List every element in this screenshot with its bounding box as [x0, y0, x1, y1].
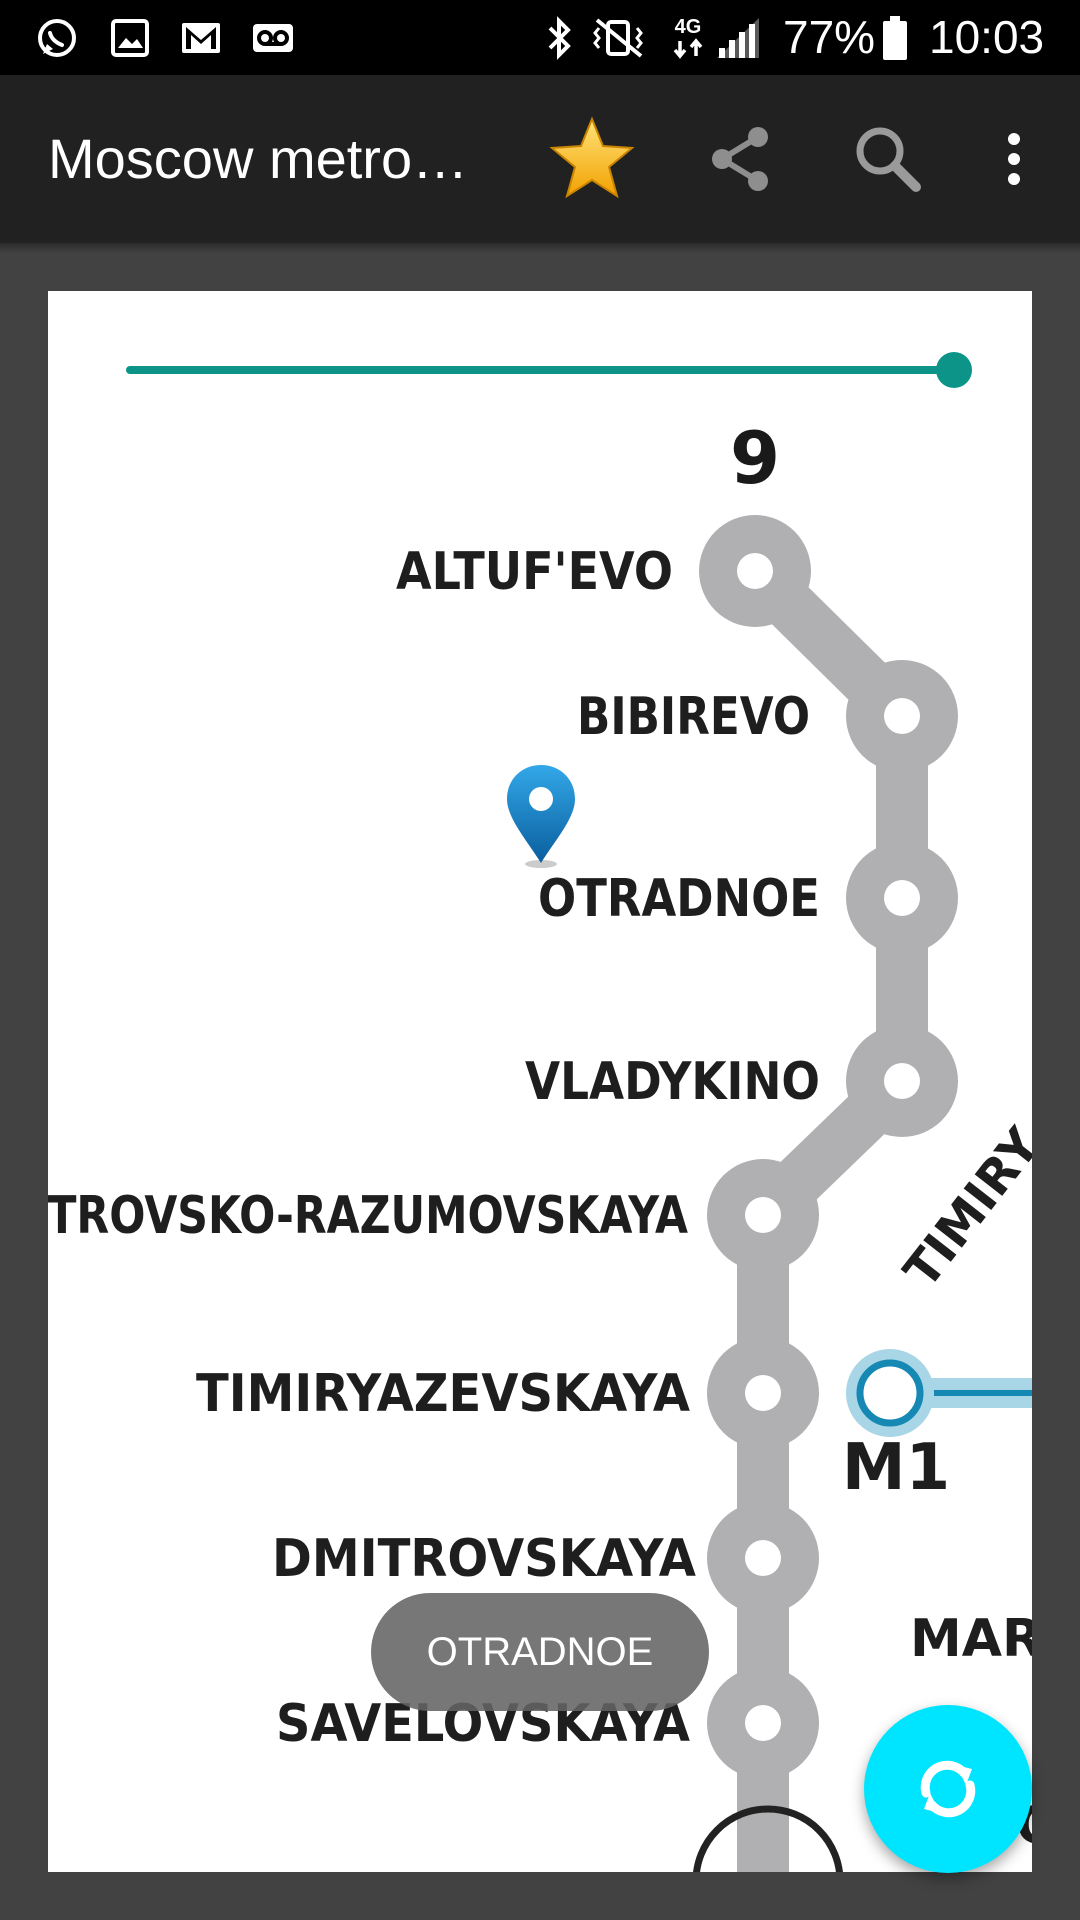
clock: 10:03	[929, 11, 1045, 63]
station-node-bibirevo[interactable]	[846, 660, 958, 772]
signal-icon	[714, 0, 762, 75]
location-pin-icon[interactable]	[507, 765, 575, 868]
station-label-vladykino[interactable]: VLADYKINO	[525, 1052, 820, 1112]
station-label-petrovsko-razumovskaya[interactable]: PETROVSKO-RAZUMOVSKAYA	[48, 1186, 688, 1246]
refresh-icon	[920, 1760, 976, 1818]
station-label-altufevo[interactable]: ALTUF'EVO	[396, 542, 673, 602]
app-bar-shadow	[0, 243, 1080, 253]
line-number: 9	[730, 416, 780, 500]
m1-station[interactable]	[856, 1359, 924, 1427]
app-bar: Moscow metro…	[0, 75, 1080, 243]
gmail-icon	[178, 0, 224, 75]
m1-label: M1	[842, 1431, 950, 1505]
station-label-timiryazevskaya-partial[interactable]: TIMIRY	[893, 1117, 1032, 1298]
station-node-savelovskaya[interactable]	[707, 1667, 819, 1779]
battery-icon	[878, 0, 912, 75]
zoom-slider-track[interactable]	[126, 366, 952, 374]
station-node-vladykino[interactable]	[846, 1025, 958, 1137]
station-label-timiryazevskaya[interactable]: TIMIRYAZEVSKAYA	[196, 1364, 690, 1424]
share-icon[interactable]	[694, 75, 786, 243]
app-title: Moscow metro…	[48, 127, 469, 190]
vibrate-icon	[588, 0, 648, 75]
refresh-fab-button[interactable]	[864, 1705, 1032, 1873]
station-label-dmitrovskaya[interactable]: DMITROVSKAYA	[272, 1529, 696, 1589]
network-4g-icon: 4G	[668, 0, 708, 75]
search-icon[interactable]	[840, 75, 936, 243]
whatsapp-icon	[34, 0, 80, 75]
station-node-altufevo[interactable]	[699, 515, 811, 627]
station-toast: OTRADNOE	[371, 1593, 709, 1711]
network-4g-text: 4G	[675, 16, 702, 38]
station-label-otradnoe[interactable]: OTRADNOE	[538, 869, 820, 929]
overflow-menu-icon[interactable]	[984, 75, 1044, 243]
favorite-star-icon[interactable]	[540, 75, 644, 243]
station-node-timiryazevskaya[interactable]	[707, 1337, 819, 1449]
station-label-mar-partial[interactable]: MAR	[910, 1609, 1032, 1669]
battery-percent: 77%	[783, 11, 876, 63]
zoom-slider-thumb[interactable]	[936, 352, 972, 388]
station-label-bibirevo[interactable]: BIBIREVO	[577, 687, 810, 747]
station-node-dmitrovskaya[interactable]	[707, 1502, 819, 1614]
gallery-icon	[107, 0, 153, 75]
station-node-otradnoe[interactable]	[846, 842, 958, 954]
bluetooth-icon	[540, 0, 580, 75]
voicemail-icon	[250, 0, 296, 75]
station-node-petrovsko-razumovskaya[interactable]	[707, 1159, 819, 1271]
status-bar: 4G 77% 10:03	[0, 0, 1080, 75]
